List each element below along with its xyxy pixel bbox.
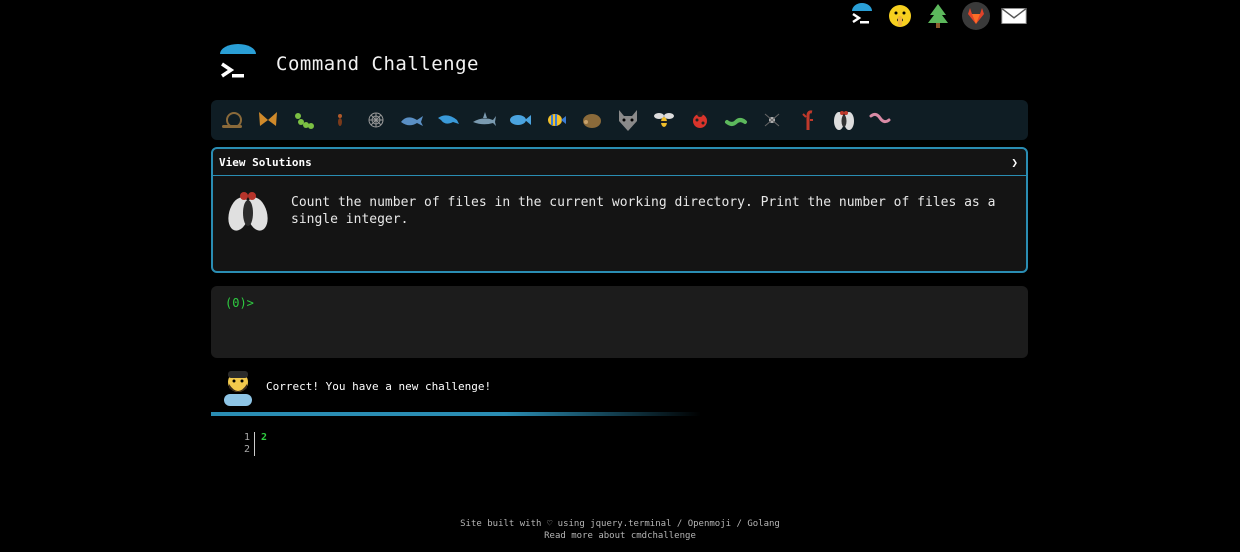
wolf-icon[interactable]: [615, 107, 641, 133]
caterpillar-icon[interactable]: [291, 107, 317, 133]
ant-icon[interactable]: [327, 107, 353, 133]
line-number: 2: [244, 444, 251, 455]
butterfly-icon[interactable]: [255, 107, 281, 133]
fly-icon: [225, 186, 271, 236]
page-title: Command Challenge: [276, 53, 479, 75]
view-solutions-label: View Solutions: [219, 155, 312, 169]
footer: Site built with ♡ using jquery.terminal …: [0, 518, 1240, 542]
spider-web-icon[interactable]: [363, 107, 389, 133]
line-number: 1: [244, 432, 251, 443]
feedback-message: Correct! You have a new challenge!: [222, 366, 491, 406]
terminal-icon[interactable]: [848, 2, 876, 30]
page-header: Command Challenge: [218, 44, 479, 84]
shushing-face-icon[interactable]: [886, 2, 914, 30]
tree-icon[interactable]: [924, 2, 952, 30]
line-number-gutter: 1 2: [244, 432, 256, 456]
challenge-text-line: single integer.: [291, 212, 409, 227]
footer-about-link[interactable]: Read more about cmdchallenge: [0, 530, 1240, 542]
fish-icon[interactable]: [507, 107, 533, 133]
dolphin-icon[interactable]: [435, 107, 461, 133]
challenge-strip: [211, 100, 1028, 140]
terminal-input[interactable]: (0)>: [211, 286, 1028, 358]
whale-icon[interactable]: [399, 107, 425, 133]
challenge-text-line: Count the number of files in the current…: [291, 195, 996, 210]
feedback-text: Correct! You have a new challenge!: [266, 379, 492, 393]
gitlab-icon[interactable]: [962, 2, 990, 30]
terminal-logo-icon: [218, 44, 258, 84]
output-line: 2: [261, 432, 268, 443]
challenge-body: Count the number of files in the current…: [213, 176, 1026, 236]
scorpion-icon[interactable]: [795, 107, 821, 133]
fly-icon[interactable]: [831, 107, 857, 133]
envelope-icon[interactable]: [1000, 2, 1028, 30]
shark-icon[interactable]: [471, 107, 497, 133]
view-solutions-toggle[interactable]: View Solutions ❯: [213, 149, 1026, 176]
top-icon-bar: [848, 2, 1028, 30]
challenge-description: Count the number of files in the current…: [291, 194, 995, 228]
ladybug-icon[interactable]: [687, 107, 713, 133]
output-lines: 2: [255, 432, 267, 456]
command-output: 1 2 2: [244, 432, 267, 456]
snail-icon[interactable]: [219, 107, 245, 133]
earthworm-icon[interactable]: [867, 107, 893, 133]
footer-credits: Site built with ♡ using jquery.terminal …: [460, 519, 780, 529]
tropical-fish-icon[interactable]: [543, 107, 569, 133]
bee-icon[interactable]: [651, 107, 677, 133]
progress-bar: [211, 412, 701, 416]
challenge-card: View Solutions ❯ Count the number of fil…: [211, 147, 1028, 273]
avatar: [222, 366, 254, 406]
chevron-right-icon: ❯: [1011, 155, 1018, 169]
hedgehog-icon[interactable]: [579, 107, 605, 133]
spider-icon[interactable]: [759, 107, 785, 133]
worm-icon[interactable]: [723, 107, 749, 133]
terminal-prompt: (0)>: [225, 296, 254, 310]
